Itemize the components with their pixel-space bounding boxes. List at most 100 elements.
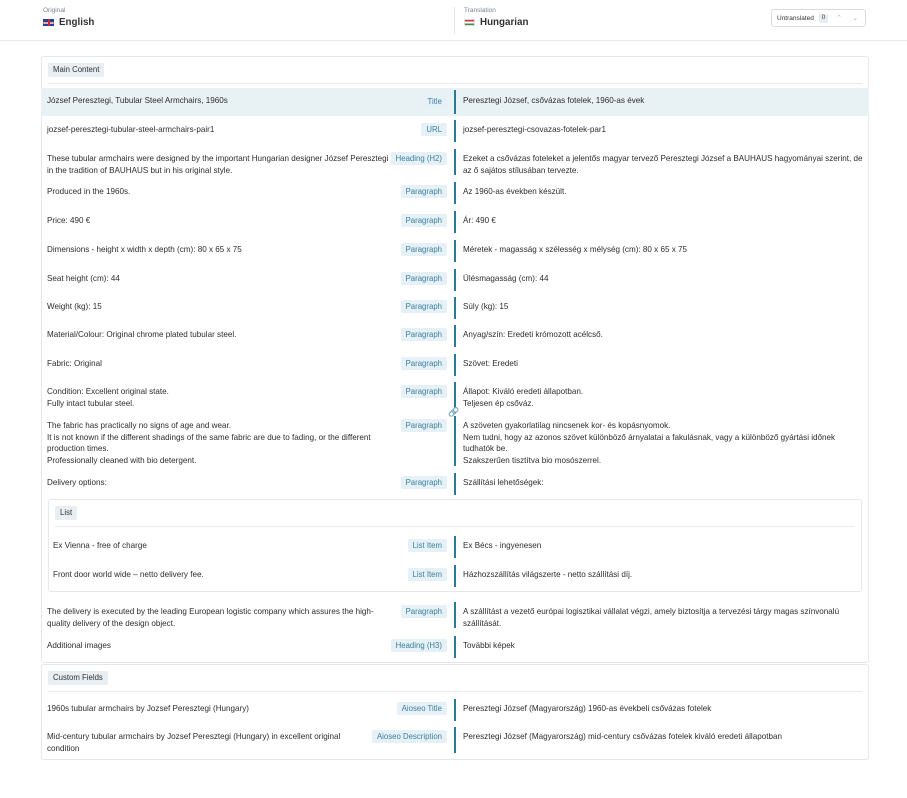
segment-divider [454,602,456,628]
segment-divider [454,240,456,262]
segment-row[interactable]: Condition: Excellent original state. Ful… [41,380,869,410]
source-text: Price: 490 € [47,216,91,225]
segment-type-badge: Aioseo Description [371,730,447,743]
source-text: József Peresztegi, Tubular Steel Armchai… [47,96,228,105]
segment-row[interactable]: Weight (kg): 15 Paragraph Súly (kg): 15 [41,295,869,321]
segment-divider [454,354,456,376]
original-caption: Original [43,7,66,14]
segment-type-badge: Title [422,95,447,108]
segment-type-badge: List Item [407,539,447,552]
segment-row[interactable]: Price: 490 € Paragraph Ár: 490 € [41,209,869,235]
translation-text[interactable]: Ülésmagasság (cm): 44 [463,273,863,285]
segment-divider [454,149,456,175]
language-header: Original English Translation Hungarian U… [0,0,907,41]
segment-row[interactable]: The fabric has practically no signs of a… [41,414,869,468]
source-text: Front door world wide – netto delivery f… [53,570,204,579]
source-text: Weight (kg): 15 [47,302,102,311]
source-text: Material/Colour: Original chrome plated … [47,330,237,339]
source-text: Delivery options: [47,478,107,487]
segment-divider [454,120,456,142]
segment-type-badge: Paragraph [400,272,447,285]
source-text: The fabric has practically no signs of a… [47,421,371,465]
translation-text[interactable]: A szöveten gyakorlatilag nincsenek kor- … [463,420,863,466]
translation-text[interactable]: Peresztegi József (Magyarország) 1960-as… [463,703,863,715]
chevron-up-icon[interactable]: ⌃ [834,14,844,22]
segment-row[interactable]: These tubular armchairs were designed by… [41,147,869,177]
translation-text[interactable]: Állapot: Kiváló eredeti állapotban. Telj… [463,386,863,409]
segment-row[interactable]: Produced in the 1960s. Paragraph Az 1960… [41,180,869,206]
source-text: Ex Vienna - free of charge [53,541,147,550]
segment-divider [454,182,456,204]
segment-type-badge: Paragraph [400,185,447,198]
source-text: These tubular armchairs were designed by… [47,154,389,175]
custom-fields-label: Custom Fields [48,671,108,685]
segment-row[interactable]: Material/Colour: Original chrome plated … [41,323,869,349]
translation-text[interactable]: Ex Bécs - ingyenesen [463,540,863,552]
segment-divider [454,325,456,347]
translation-text[interactable]: Házhozszállítás világszerte - netto szál… [463,569,863,581]
segment-row[interactable]: Seat height (cm): 44 Paragraph Ülésmagas… [41,267,869,293]
segment-type-badge: Aioseo Title [396,702,447,715]
segment-row[interactable]: The delivery is executed by the leading … [41,600,869,630]
main-content-label: Main Content [48,63,105,77]
segment-type-badge: Paragraph [400,605,447,618]
hungary-flag-icon [464,19,475,26]
segment-type-badge: Paragraph [400,419,447,432]
untranslated-count: 0 [818,13,829,23]
panel-divider [48,691,862,692]
translation-caption: Translation [464,7,496,14]
segment-row[interactable]: 1960s tubular armchairs by Jozsef Peresz… [41,697,869,723]
list-item-row[interactable]: Front door world wide – netto delivery f… [41,563,869,589]
uk-flag-icon [43,19,54,26]
segment-type-badge: Paragraph [400,476,447,489]
list-label: List [55,506,78,520]
source-text: Seat height (cm): 44 [47,274,120,283]
translation-language-column: Translation Hungarian [464,7,528,28]
segment-divider [454,536,456,558]
translation-text[interactable]: jozsef-peresztegi-csovazas-fotelek-par1 [463,124,863,136]
translation-text[interactable]: Ezeket a csővázas foteleket a jelentős m… [463,153,863,176]
segment-type-badge: Heading (H3) [390,639,447,652]
segment-row[interactable]: Fabric: Original Paragraph Szövet: Erede… [41,352,869,378]
segment-row[interactable]: József Peresztegi, Tubular Steel Armchai… [41,88,869,116]
segment-type-badge: Paragraph [400,357,447,370]
translation-text[interactable]: Ár: 490 € [463,215,863,227]
segment-row[interactable]: Mid-century tubular armchairs by Jozsef … [41,725,869,755]
segment-divider [454,382,456,408]
translation-text[interactable]: Peresztegi József, csővázas fotelek, 196… [463,95,863,107]
translation-text[interactable]: Anyag/szín: Eredeti krómozott acélcső. [463,329,863,341]
segment-type-badge: Paragraph [400,385,447,398]
translation-language: Hungarian [464,17,528,28]
header-divider [454,7,455,34]
translation-text[interactable]: További képek [463,640,863,652]
translation-text[interactable]: A szállítást a vezető európai logisztika… [463,606,863,629]
chevron-down-icon[interactable]: ⌄ [850,14,860,22]
list-item-row[interactable]: Ex Vienna - free of charge List Item Ex … [41,534,869,560]
source-text: Dimensions - height x width x depth (cm)… [47,245,242,254]
translation-text[interactable]: Peresztegi József (Magyarország) mid-cen… [463,731,863,743]
segment-row[interactable]: jozsef-peresztegi-tubular-steel-armchair… [41,118,869,144]
translation-text[interactable]: Méretek - magasság x szélesség x mélység… [463,244,863,256]
translation-text[interactable]: Súly (kg): 15 [463,301,863,313]
source-text: 1960s tubular armchairs by Jozsef Peresz… [47,704,249,713]
segment-type-badge: Paragraph [400,300,447,313]
segment-row[interactable]: Delivery options: Paragraph Szállítási l… [41,471,869,497]
segment-divider [454,565,456,587]
segment-row[interactable]: Dimensions - height x width x depth (cm)… [41,238,869,264]
segment-divider [454,90,456,114]
source-text: The delivery is executed by the leading … [47,607,374,628]
translation-text[interactable]: Szövet: Eredeti [463,358,863,370]
panel-divider [48,83,862,84]
translation-text[interactable]: Az 1960-as években készült. [463,186,863,198]
original-language: English [43,17,94,28]
segment-row[interactable]: Additional images Heading (H3) További k… [41,634,869,660]
untranslated-navigator[interactable]: Untranslated 0 ⌃ ⌄ [771,9,866,27]
segment-type-badge: Heading (H2) [390,152,447,165]
original-language-column: Original English [43,7,94,28]
segment-divider [454,416,456,466]
source-text: Produced in the 1960s. [47,187,131,196]
segment-type-badge: Paragraph [400,328,447,341]
segment-divider [454,727,456,753]
segment-type-badge: Paragraph [400,214,447,227]
translation-text[interactable]: Szállítási lehetőségek: [463,477,863,489]
